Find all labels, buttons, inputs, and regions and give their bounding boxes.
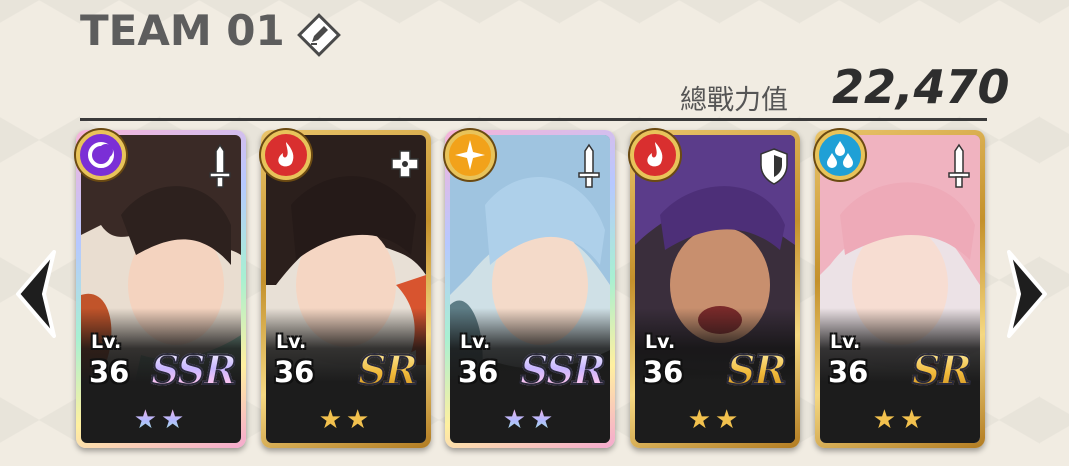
level-label: Lv. <box>276 331 307 353</box>
character-card[interactable]: Lv. 36 SR ★★ <box>261 130 431 448</box>
star-icons: ★★ <box>872 405 928 435</box>
level-label: Lv. <box>645 331 676 353</box>
level-value: 36 <box>274 355 315 389</box>
heal-cross-icon <box>391 150 419 178</box>
level-value: 36 <box>458 355 499 389</box>
edit-pencil-icon <box>297 13 341 57</box>
level-label: Lv. <box>91 331 122 353</box>
star-icons: ★★ <box>502 405 558 435</box>
fire-element-icon <box>630 130 680 180</box>
sword-icon <box>948 143 970 188</box>
chevron-left-icon <box>16 250 56 338</box>
next-team-button[interactable] <box>1003 248 1053 340</box>
total-power-value: 22,470 <box>832 60 1010 114</box>
character-card[interactable]: Lv. 36 SR ★★ <box>630 130 800 448</box>
level-value: 36 <box>643 355 684 389</box>
header-divider <box>80 118 987 121</box>
fire-element-icon <box>261 130 311 180</box>
star-rating: ★★ <box>635 405 795 435</box>
rarity-label: SR <box>726 346 788 395</box>
sword-icon <box>578 143 600 188</box>
star-icons: ★★ <box>133 405 189 435</box>
level-label: Lv. <box>460 331 491 353</box>
rarity-label: SR <box>357 346 419 395</box>
character-card[interactable]: Lv. 36 SR ★★ <box>815 130 985 448</box>
rarity-label: SR <box>911 346 973 395</box>
character-card[interactable]: Lv. 36 SSR ★★ <box>445 130 615 448</box>
rarity-label: SSR <box>519 346 607 395</box>
dark-element-icon <box>76 130 126 180</box>
star-icons: ★★ <box>318 405 374 435</box>
water-element-icon <box>815 130 865 180</box>
level-value: 36 <box>828 355 869 389</box>
character-card[interactable]: Lv. 36 SSR ★★ <box>76 130 246 448</box>
chevron-right-icon <box>1007 250 1047 338</box>
team-title: TEAM 01 <box>80 6 285 55</box>
prev-team-button[interactable] <box>10 248 60 340</box>
edit-team-button[interactable] <box>294 10 344 60</box>
star-rating: ★★ <box>266 405 426 435</box>
sword-icon <box>209 143 231 188</box>
star-icons: ★★ <box>687 405 743 435</box>
level-value: 36 <box>89 355 130 389</box>
shield-icon <box>760 148 788 185</box>
rarity-label: SSR <box>150 346 238 395</box>
light-element-icon <box>445 130 495 180</box>
star-rating: ★★ <box>820 405 980 435</box>
total-power-label: 總戰力值 <box>680 85 788 116</box>
level-label: Lv. <box>830 331 861 353</box>
star-rating: ★★ <box>450 405 610 435</box>
star-rating: ★★ <box>81 405 241 435</box>
